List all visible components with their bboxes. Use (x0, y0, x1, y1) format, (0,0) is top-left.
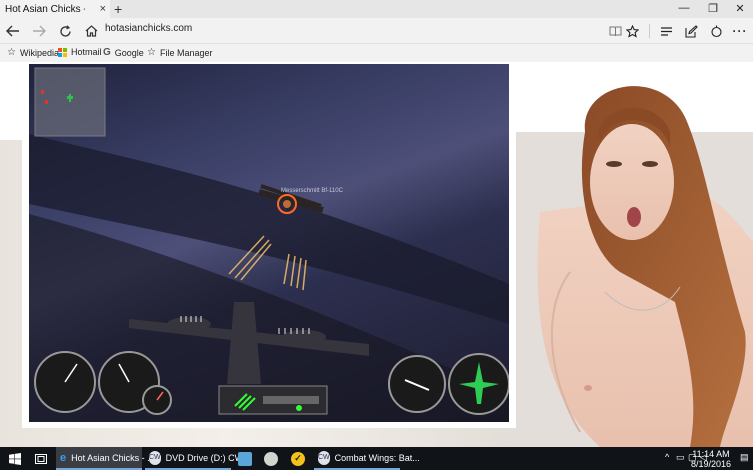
taskbar: e Hot Asian Chicks - ... CW DVD Drive (D… (0, 447, 753, 470)
favorite-hotmail[interactable]: Hotmail (58, 47, 102, 57)
favorites-bar: ☆ Wikipedia Hotmail G Google ☆ File Mana… (0, 44, 753, 62)
new-tab-button[interactable]: + (114, 1, 122, 17)
taskbar-item-norton[interactable]: ✓ (287, 447, 311, 470)
forward-arrow-icon[interactable] (30, 22, 48, 40)
page-content: Messerschmitt Bf-110C (0, 62, 753, 447)
back-arrow-icon[interactable] (4, 22, 22, 40)
start-button[interactable] (4, 447, 32, 470)
tab-close-icon[interactable]: × (100, 3, 106, 15)
star-icon: ☆ (147, 47, 156, 58)
taskbar-item-label: Hot Asian Chicks - ... (71, 452, 155, 463)
more-icon[interactable]: ··· (731, 22, 749, 40)
clock-date: 8/19/2016 (690, 459, 731, 469)
app-icon-2 (264, 451, 278, 466)
refresh-icon[interactable] (56, 22, 74, 40)
navigation-bar: hotasianchicks.com ··· (0, 18, 753, 44)
norton-icon: ✓ (291, 451, 305, 466)
taskbar-item-app-1[interactable] (234, 447, 258, 470)
power-icon[interactable]: ▭ (676, 452, 685, 463)
dvd-drive-icon: CW (149, 450, 161, 465)
favorite-file-manager[interactable]: ☆ File Manager (147, 47, 213, 58)
tab-title: Hot Asian Chicks - (5, 3, 85, 15)
hub-icon[interactable] (657, 22, 675, 40)
web-note-icon[interactable] (682, 22, 700, 40)
star-icon[interactable] (623, 22, 641, 40)
microsoft-logo-icon (58, 47, 67, 57)
windows-logo-icon (8, 452, 22, 466)
google-g-icon: G (103, 47, 111, 58)
favorite-wikipedia[interactable]: ☆ Wikipedia (7, 47, 59, 58)
target-label: Messerschmitt Bf-110C (281, 188, 344, 194)
tab-bar: Hot Asian Chicks - × + — ❐ ✕ (0, 0, 753, 18)
task-view-icon (34, 452, 47, 466)
taskbar-item-app-2[interactable] (260, 447, 284, 470)
favorite-google[interactable]: G Google (103, 47, 144, 58)
home-icon[interactable] (82, 22, 100, 40)
address-bar[interactable]: hotasianchicks.com (105, 23, 192, 34)
toolbar-divider (649, 24, 650, 38)
taskbar-item-combat-wings[interactable]: CW Combat Wings: Bat... (314, 447, 420, 470)
task-view-button[interactable] (30, 447, 52, 470)
maximize-button[interactable]: ❐ (703, 2, 723, 15)
minimize-button[interactable]: — (674, 2, 694, 14)
show-hidden-icons[interactable]: ^ (665, 452, 669, 462)
notifications-icon[interactable]: ▤ (740, 452, 749, 463)
favorite-label: Google (114, 47, 144, 58)
game-icon: CW (318, 450, 330, 465)
game-ad[interactable]: Messerschmitt Bf-110C (22, 62, 516, 428)
taskbar-item-edge[interactable]: e Hot Asian Chicks - ... (56, 447, 155, 470)
clock-time: 11:14 AM (692, 449, 730, 459)
photo-ad-image[interactable] (510, 72, 753, 447)
favorite-label: Wikipedia (19, 47, 59, 58)
favorite-label: File Manager (159, 47, 213, 58)
share-icon[interactable] (707, 22, 725, 40)
close-window-button[interactable]: ✕ (730, 2, 750, 15)
tab-hot-asian-chicks[interactable]: Hot Asian Chicks - × (0, 0, 110, 18)
edge-icon: e (60, 451, 67, 464)
taskbar-item-dvd-drive[interactable]: CW DVD Drive (D:) CW... (145, 447, 250, 470)
game-screenshot: Messerschmitt Bf-110C (29, 64, 509, 422)
reading-view-icon[interactable] (606, 22, 624, 40)
clock[interactable]: 11:14 AM 8/19/2016 (691, 449, 731, 469)
star-icon: ☆ (7, 47, 16, 58)
taskbar-item-label: Combat Wings: Bat... (334, 452, 420, 463)
app-icon-1 (238, 451, 252, 466)
favorite-label: Hotmail (71, 47, 102, 57)
